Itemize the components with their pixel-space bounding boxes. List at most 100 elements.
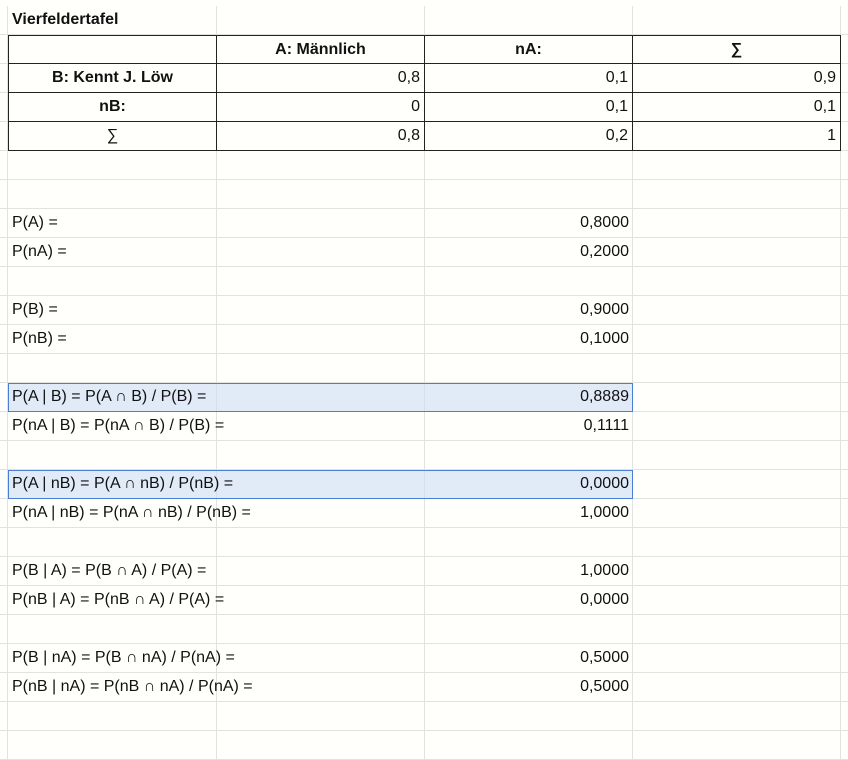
empty-cell[interactable] (633, 180, 841, 209)
formula-label[interactable]: P(nB | nA) = P(nB ∩ nA) / P(nA) = (8, 673, 257, 702)
formula-value[interactable]: 0,2000 (425, 238, 633, 267)
empty-cell[interactable] (425, 615, 633, 644)
empty-cell[interactable] (217, 586, 425, 615)
formula-value[interactable]: 0,1111 (425, 412, 633, 441)
empty-cell[interactable] (425, 441, 633, 470)
table-header-cell[interactable]: A: Männlich (217, 35, 425, 64)
empty-cell[interactable] (633, 267, 841, 296)
table-cell[interactable]: 0,9 (633, 64, 841, 93)
empty-cell[interactable] (633, 441, 841, 470)
empty-cell[interactable] (217, 267, 425, 296)
empty-cell[interactable] (8, 151, 217, 180)
table-cell[interactable]: 0,1 (425, 93, 633, 122)
empty-cell[interactable] (425, 528, 633, 557)
empty-cell[interactable] (217, 6, 425, 35)
empty-cell[interactable] (217, 296, 425, 325)
empty-cell[interactable] (633, 296, 841, 325)
empty-cell[interactable] (633, 557, 841, 586)
empty-cell[interactable] (217, 209, 425, 238)
formula-value[interactable]: 0,8000 (425, 209, 633, 238)
table-cell[interactable]: 0,2 (425, 122, 633, 151)
empty-cell[interactable] (633, 6, 841, 35)
empty-cell[interactable] (8, 615, 217, 644)
formula-label[interactable]: P(nA | B) = P(nA ∩ B) / P(B) = (8, 412, 228, 441)
empty-cell[interactable] (8, 731, 217, 760)
spreadsheet-grid[interactable]: Vierfeldertafel A: Männlich nA: ∑ B: Ken… (0, 0, 848, 760)
empty-cell[interactable] (633, 412, 841, 441)
empty-cell[interactable] (217, 180, 425, 209)
empty-cell[interactable] (633, 528, 841, 557)
table-header-cell[interactable]: nA: (425, 35, 633, 64)
table-cell[interactable]: 0,8 (217, 122, 425, 151)
empty-cell[interactable] (217, 702, 425, 731)
table-cell[interactable]: 0 (217, 93, 425, 122)
empty-cell[interactable] (217, 615, 425, 644)
formula-value[interactable]: 0,9000 (425, 296, 633, 325)
empty-cell[interactable] (425, 354, 633, 383)
formula-label[interactable]: P(B | nA) = P(B ∩ nA) / P(nA) = (8, 644, 239, 673)
empty-cell[interactable] (217, 354, 425, 383)
formula-value[interactable]: 0,5000 (425, 644, 633, 673)
formula-label[interactable]: P(A | nB) = P(A ∩ nB) / P(nB) = (8, 470, 237, 499)
empty-cell[interactable] (217, 470, 425, 499)
empty-cell[interactable] (8, 528, 217, 557)
empty-cell[interactable] (633, 644, 841, 673)
table-cell[interactable]: 0,1 (425, 64, 633, 93)
empty-cell[interactable] (8, 354, 217, 383)
empty-cell[interactable] (633, 586, 841, 615)
empty-cell[interactable] (217, 238, 425, 267)
table-row-label[interactable]: ∑ (8, 122, 217, 151)
formula-label[interactable]: P(nA) = (8, 238, 71, 267)
formula-label[interactable]: P(A) = (8, 209, 62, 238)
empty-cell[interactable] (425, 267, 633, 296)
empty-cell[interactable] (425, 6, 633, 35)
table-cell[interactable]: 0,1 (633, 93, 841, 122)
empty-cell[interactable] (217, 528, 425, 557)
empty-cell[interactable] (217, 325, 425, 354)
table-cell[interactable]: 0,8 (217, 64, 425, 93)
formula-label[interactable]: P(nA | nB) = P(nA ∩ nB) / P(nB) = (8, 499, 255, 528)
empty-cell[interactable] (217, 383, 425, 412)
table-row-label[interactable]: nB: (8, 93, 217, 122)
table-header-cell[interactable]: ∑ (633, 35, 841, 64)
formula-value[interactable]: 1,0000 (425, 499, 633, 528)
empty-cell[interactable] (633, 151, 841, 180)
empty-cell[interactable] (8, 180, 217, 209)
formula-label[interactable]: P(B | A) = P(B ∩ A) / P(A) = (8, 557, 210, 586)
empty-cell[interactable] (633, 702, 841, 731)
formula-label[interactable]: P(nB) = (8, 325, 71, 354)
formula-value[interactable]: 1,0000 (425, 557, 633, 586)
empty-cell[interactable] (633, 615, 841, 644)
formula-value[interactable]: 0,8889 (425, 383, 633, 412)
empty-cell[interactable] (633, 354, 841, 383)
empty-cell[interactable] (633, 470, 841, 499)
formula-value[interactable]: 0,0000 (425, 586, 633, 615)
empty-cell[interactable] (217, 441, 425, 470)
empty-cell[interactable] (217, 557, 425, 586)
formula-label[interactable]: P(A | B) = P(A ∩ B) / P(B) = (8, 383, 210, 412)
formula-label[interactable]: P(nB | A) = P(nB ∩ A) / P(A) = (8, 586, 228, 615)
empty-cell[interactable] (217, 151, 425, 180)
formula-value[interactable]: 0,1000 (425, 325, 633, 354)
empty-cell[interactable] (633, 731, 841, 760)
empty-cell[interactable] (633, 325, 841, 354)
empty-cell[interactable] (217, 644, 425, 673)
formula-value[interactable]: 0,5000 (425, 673, 633, 702)
empty-cell[interactable] (8, 702, 217, 731)
sheet-title[interactable]: Vierfeldertafel (8, 6, 217, 35)
empty-cell[interactable] (425, 702, 633, 731)
empty-cell[interactable] (633, 238, 841, 267)
empty-cell[interactable] (425, 180, 633, 209)
empty-cell[interactable] (633, 499, 841, 528)
empty-cell[interactable] (8, 441, 217, 470)
empty-cell[interactable] (633, 383, 841, 412)
formula-value[interactable]: 0,0000 (425, 470, 633, 499)
empty-cell[interactable] (425, 731, 633, 760)
empty-cell[interactable] (633, 673, 841, 702)
formula-label[interactable]: P(B) = (8, 296, 62, 325)
empty-cell[interactable] (633, 209, 841, 238)
empty-cell[interactable] (8, 267, 217, 296)
table-header-cell[interactable] (8, 35, 217, 64)
empty-cell[interactable] (217, 412, 425, 441)
table-row-label[interactable]: B: Kennt J. Löw (8, 64, 217, 93)
